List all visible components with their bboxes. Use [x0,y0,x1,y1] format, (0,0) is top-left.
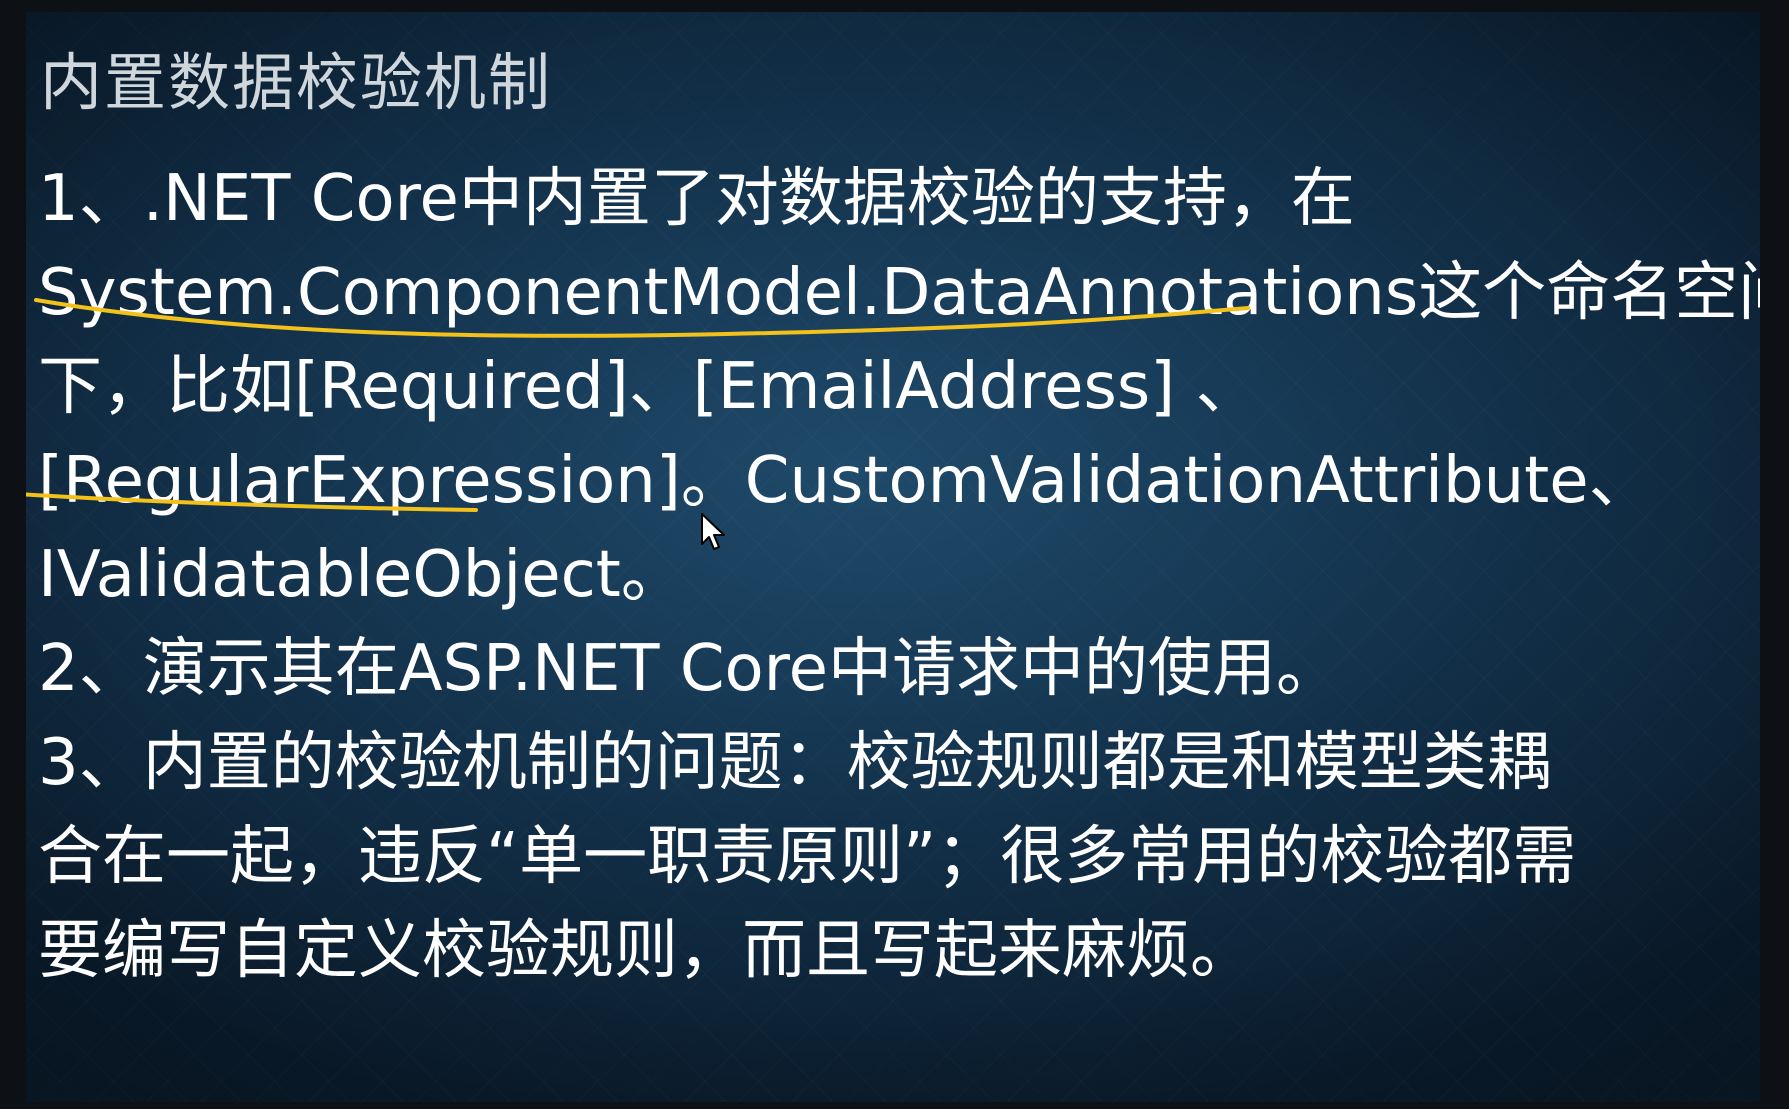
body-line-6: 2、演示其在ASP.NET Core中请求中的使用。 [38,632,1340,706]
screen: 内置数据校验机制 1、.NET Core中内置了对数据校验的支持，在 Syste… [0,0,1789,1109]
body-line-9: 要编写自定义校验规则，而且写起来麻烦。 [38,914,1254,988]
body-line-2: System.ComponentModel.DataAnnotations这个命… [38,256,1760,330]
body-line-3: 下，比如[Required]、[EmailAddress] 、 [38,350,1260,424]
body-line-8: 合在一起，违反“单一职责原则”；很多常用的校验都需 [38,820,1577,894]
body-line-1: 1、.NET Core中内置了对数据校验的支持，在 [38,162,1355,236]
slide-body: 1、.NET Core中内置了对数据校验的支持，在 System.Compone… [38,152,1760,998]
body-line-5: IValidatableObject。 [38,538,685,612]
slide-title: 内置数据校验机制 [40,46,553,119]
presentation-slide: 内置数据校验机制 1、.NET Core中内置了对数据校验的支持，在 Syste… [26,12,1760,1102]
body-line-4: [RegularExpression]。CustomValidationAttr… [38,444,1653,518]
body-line-7: 3、内置的校验机制的问题：校验规则都是和模型类耦 [38,726,1551,800]
mouse-pointer-icon [701,513,725,550]
